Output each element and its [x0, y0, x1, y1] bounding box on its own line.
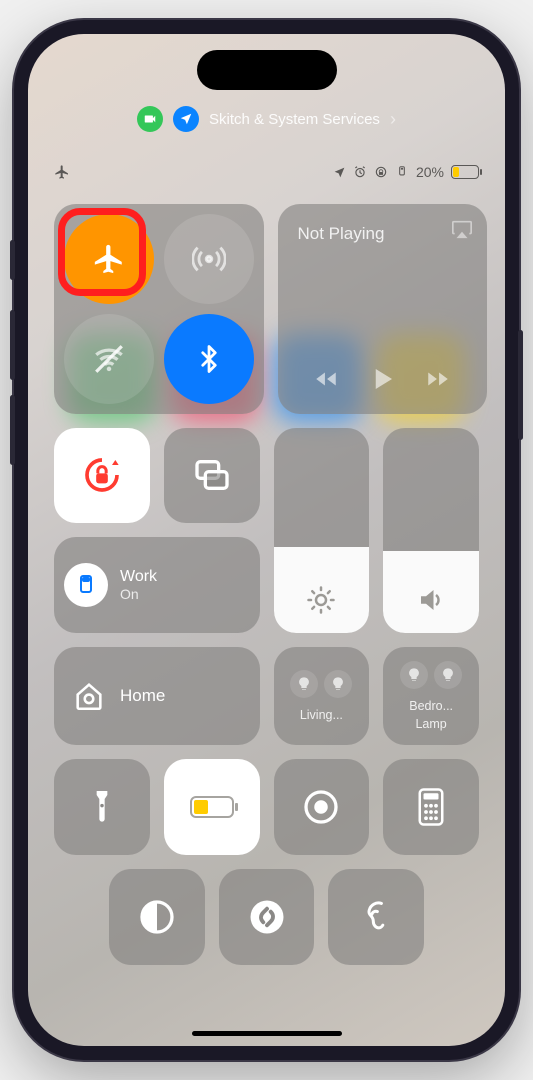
- home-accessory-sublabel: Lamp: [415, 717, 446, 731]
- focus-icon: [64, 563, 108, 607]
- home-accessory-bedroom[interactable]: Bedro... Lamp: [383, 647, 479, 745]
- privacy-apps-label: Skitch & System Services: [209, 111, 380, 128]
- ear-icon: [359, 898, 393, 936]
- flashlight-toggle[interactable]: [54, 759, 150, 855]
- status-bar: 20%: [54, 164, 479, 180]
- flashlight-icon: [86, 788, 118, 826]
- bluetooth-icon: [194, 344, 224, 374]
- wifi-off-icon: [92, 342, 126, 376]
- record-icon: [303, 789, 339, 825]
- focus-toggle[interactable]: Work On: [54, 537, 260, 633]
- home-accessory-label: Living...: [300, 708, 343, 722]
- orientation-lock-status-icon: [374, 165, 388, 179]
- screen-recording-toggle[interactable]: [274, 759, 370, 855]
- volume-icon: [416, 585, 446, 615]
- battery-percent-label: 20%: [416, 164, 444, 180]
- focus-state-label: On: [120, 586, 157, 602]
- shazam-shortcut[interactable]: [219, 869, 315, 965]
- airplane-mode-toggle[interactable]: [64, 214, 154, 304]
- power-button: [518, 330, 523, 440]
- calculator-shortcut[interactable]: [383, 759, 479, 855]
- dynamic-island: [197, 50, 337, 90]
- volume-down-button: [10, 395, 15, 465]
- cellular-data-toggle[interactable]: [164, 214, 254, 304]
- screen-mirroring-toggle[interactable]: [164, 428, 260, 524]
- home-icon: [72, 679, 106, 713]
- privacy-indicator-row[interactable]: Skitch & System Services ›: [28, 106, 505, 132]
- orientation-lock-icon: [82, 455, 122, 495]
- bulb-icon: [290, 670, 318, 698]
- location-status-icon: [333, 166, 346, 179]
- fast-forward-icon[interactable]: [425, 366, 451, 392]
- bulb-icon: [434, 661, 462, 689]
- home-label: Home: [120, 686, 165, 706]
- volume-slider[interactable]: [383, 428, 479, 634]
- chevron-right-icon: ›: [390, 109, 396, 130]
- brightness-slider[interactable]: [274, 428, 370, 634]
- dark-mode-icon: [139, 899, 175, 935]
- location-indicator-icon: [173, 106, 199, 132]
- camera-indicator-icon: [137, 106, 163, 132]
- media-title: Not Playing: [298, 224, 385, 244]
- bulb-icon: [400, 661, 428, 689]
- wifi-toggle[interactable]: [64, 314, 154, 404]
- home-accessory-living[interactable]: Living...: [274, 647, 370, 745]
- orientation-lock-toggle[interactable]: [54, 428, 150, 524]
- shazam-icon: [249, 899, 285, 935]
- control-center: Not Playing: [54, 204, 479, 1012]
- dark-mode-toggle[interactable]: [109, 869, 205, 965]
- battery-icon: [451, 165, 479, 179]
- bulb-icon: [324, 670, 352, 698]
- airplay-icon[interactable]: [451, 218, 473, 240]
- rewind-icon[interactable]: [313, 366, 339, 392]
- calculator-icon: [416, 788, 446, 826]
- focus-status-icon: [395, 165, 409, 179]
- battery-icon: [190, 796, 234, 818]
- screen: Skitch & System Services › 20%: [28, 34, 505, 1046]
- airplane-status-icon: [54, 164, 70, 180]
- airplane-icon: [92, 242, 126, 276]
- home-indicator[interactable]: [192, 1031, 342, 1036]
- media-controls-tile[interactable]: Not Playing: [278, 204, 488, 414]
- home-accessory-label: Bedro...: [409, 699, 453, 713]
- iphone-frame: Skitch & System Services › 20%: [14, 20, 519, 1060]
- connectivity-group[interactable]: [54, 204, 264, 414]
- hearing-shortcut[interactable]: [328, 869, 424, 965]
- screen-mirroring-icon: [192, 455, 232, 495]
- bluetooth-toggle[interactable]: [164, 314, 254, 404]
- side-switch: [10, 240, 15, 280]
- alarm-status-icon: [353, 165, 367, 179]
- antenna-icon: [192, 242, 226, 276]
- focus-name-label: Work: [120, 568, 157, 586]
- low-power-mode-toggle[interactable]: [164, 759, 260, 855]
- volume-up-button: [10, 310, 15, 380]
- brightness-icon: [306, 585, 336, 615]
- play-icon[interactable]: [367, 364, 397, 394]
- home-tile[interactable]: Home: [54, 647, 260, 745]
